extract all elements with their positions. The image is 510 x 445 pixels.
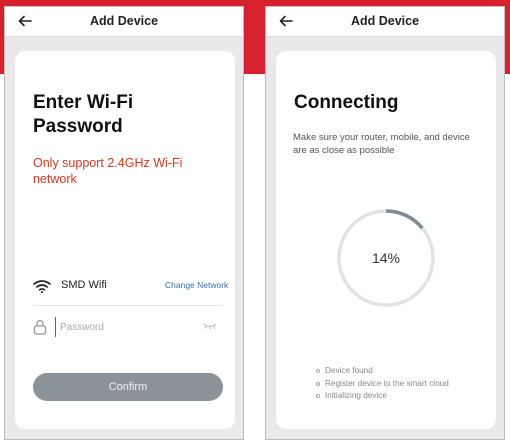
change-network-link[interactable]: Change Network (165, 280, 228, 290)
divider (33, 305, 223, 306)
page-title: Add Device (89, 14, 159, 28)
password-input[interactable] (55, 317, 195, 337)
eye-hidden-icon[interactable] (203, 322, 217, 330)
wifi-card: Enter Wi-Fi Password Only support 2.4GHz… (15, 51, 235, 429)
heading-line-2: Password (33, 116, 123, 137)
top-bar: Add Device (5, 7, 243, 37)
connecting-card: Connecting Make sure your router, mobile… (276, 51, 496, 429)
confirm-button[interactable]: Confirm (33, 373, 223, 401)
step-item: Register device to the smart cloud (316, 378, 496, 391)
card-heading: Enter Wi-Fi Password (33, 91, 223, 139)
wifi-network-name: SMD Wifi (61, 279, 107, 291)
wifi-icon (33, 280, 51, 293)
heading-line-1: Enter Wi-Fi (33, 92, 134, 113)
lock-icon (33, 319, 47, 335)
top-bar: Add Device (266, 7, 504, 37)
connecting-heading: Connecting (294, 92, 399, 113)
step-item: Device found (316, 365, 496, 378)
phone-screen-enter-wifi: Add Device Enter Wi-Fi Password Only sup… (4, 6, 244, 440)
wifi-warning: Only support 2.4GHz Wi-Fi network (33, 156, 183, 186)
step-item: Initializing device (316, 390, 496, 403)
phone-screen-connecting: Add Device Connecting Make sure your rou… (265, 6, 505, 440)
progress-percentage: 14% (371, 250, 401, 266)
connecting-instructions: Make sure your router, mobile, and devic… (293, 132, 470, 156)
connection-steps-list: Device found Register device to the smar… (316, 365, 496, 403)
page-title: Add Device (350, 14, 420, 28)
